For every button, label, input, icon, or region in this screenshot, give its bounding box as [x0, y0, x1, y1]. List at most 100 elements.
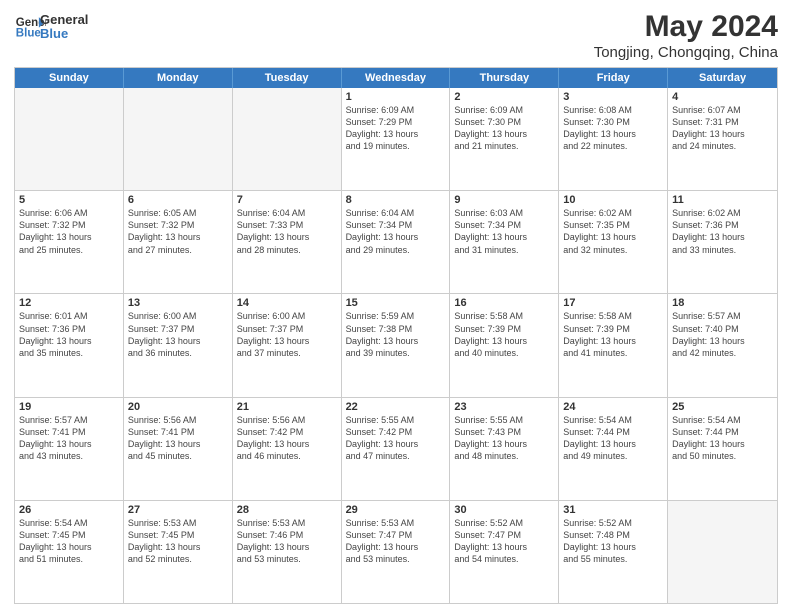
calendar-week-4: 19Sunrise: 5:57 AM Sunset: 7:41 PM Dayligh… — [15, 397, 777, 500]
cell-info-line: Sunset: 7:31 PM — [672, 116, 773, 128]
day-number: 31 — [563, 504, 663, 516]
calendar-week-1: 1Sunrise: 6:09 AMSunset: 7:29 PMDaylight… — [15, 88, 777, 190]
calendar-cell-8: 8Sunrise: 6:04 AMSunset: 7:34 PMDaylight… — [342, 191, 451, 293]
cell-info-line: Sunrise: 6:07 AM — [672, 104, 773, 116]
day-number: 12 — [19, 297, 119, 309]
cell-info-line: Sunrise: 5:56 AM — [237, 414, 337, 426]
cell-info-line: and 28 minutes. — [237, 244, 337, 256]
calendar-week-3: 12Sunrise: 6:01 AMSunset: 7:36 PMDayligh… — [15, 293, 777, 396]
day-number: 5 — [19, 194, 119, 206]
day-number: 30 — [454, 504, 554, 516]
calendar-cell-27: 27Sunrise: 5:53 AMSunset: 7:45 PMDayligh… — [124, 501, 233, 603]
cell-info-line: Sunset: 7:45 PM — [19, 529, 119, 541]
day-number: 24 — [563, 401, 663, 413]
cell-info-line: and 52 minutes. — [128, 553, 228, 565]
cell-info-line: and 40 minutes. — [454, 347, 554, 359]
cell-info-line: and 37 minutes. — [237, 347, 337, 359]
cell-info-line: Daylight: 13 hours — [454, 128, 554, 140]
calendar-cell-10: 10Sunrise: 6:02 AMSunset: 7:35 PMDayligh… — [559, 191, 668, 293]
cell-info-line: Sunrise: 6:02 AM — [672, 207, 773, 219]
day-number: 10 — [563, 194, 663, 206]
calendar-cell-31: 31Sunrise: 5:52 AMSunset: 7:48 PMDayligh… — [559, 501, 668, 603]
cell-info-line: Sunset: 7:32 PM — [19, 219, 119, 231]
cell-info-line: and 55 minutes. — [563, 553, 663, 565]
cell-info-line: Daylight: 13 hours — [672, 335, 773, 347]
cell-info-line: Sunrise: 5:54 AM — [672, 414, 773, 426]
calendar-cell-21: 21Sunrise: 5:56 AMSunset: 7:42 PMDayligh… — [233, 398, 342, 500]
cell-info-line: Sunset: 7:42 PM — [346, 426, 446, 438]
calendar-cell-empty-0 — [15, 88, 124, 190]
cell-info-line: Sunrise: 6:00 AM — [128, 310, 228, 322]
cell-info-line: Daylight: 13 hours — [346, 128, 446, 140]
calendar-cell-1: 1Sunrise: 6:09 AMSunset: 7:29 PMDaylight… — [342, 88, 451, 190]
cell-info-line: and 48 minutes. — [454, 450, 554, 462]
cell-info-line: and 46 minutes. — [237, 450, 337, 462]
cell-info-line: Sunset: 7:47 PM — [454, 529, 554, 541]
cell-info-line: and 19 minutes. — [346, 140, 446, 152]
day-number: 19 — [19, 401, 119, 413]
cell-info-line: Sunset: 7:37 PM — [237, 323, 337, 335]
cell-info-line: Daylight: 13 hours — [672, 128, 773, 140]
cell-info-line: Sunrise: 5:52 AM — [563, 517, 663, 529]
cell-info-line: and 49 minutes. — [563, 450, 663, 462]
calendar-cell-17: 17Sunrise: 5:58 AMSunset: 7:39 PMDayligh… — [559, 294, 668, 396]
cell-info-line: Sunrise: 5:52 AM — [454, 517, 554, 529]
calendar: SundayMondayTuesdayWednesdayThursdayFrid… — [14, 67, 778, 604]
day-number: 11 — [672, 194, 773, 206]
cell-info-line: Sunrise: 5:53 AM — [128, 517, 228, 529]
cell-info-line: Daylight: 13 hours — [346, 541, 446, 553]
day-number: 2 — [454, 91, 554, 103]
calendar-cell-empty-1 — [124, 88, 233, 190]
cell-info-line: Sunrise: 5:56 AM — [128, 414, 228, 426]
calendar-cell-22: 22Sunrise: 5:55 AMSunset: 7:42 PMDayligh… — [342, 398, 451, 500]
day-number: 17 — [563, 297, 663, 309]
day-number: 16 — [454, 297, 554, 309]
cell-info-line: Daylight: 13 hours — [237, 231, 337, 243]
title-block: May 2024 Tongjing, Chongqing, China — [594, 10, 778, 61]
calendar-cell-14: 14Sunrise: 6:00 AMSunset: 7:37 PMDayligh… — [233, 294, 342, 396]
day-header-friday: Friday — [559, 68, 668, 88]
calendar-cell-18: 18Sunrise: 5:57 AMSunset: 7:40 PMDayligh… — [668, 294, 777, 396]
day-header-saturday: Saturday — [668, 68, 777, 88]
day-number: 27 — [128, 504, 228, 516]
calendar-cell-empty-2 — [233, 88, 342, 190]
calendar-cell-30: 30Sunrise: 5:52 AMSunset: 7:47 PMDayligh… — [450, 501, 559, 603]
day-header-wednesday: Wednesday — [342, 68, 451, 88]
cell-info-line: and 50 minutes. — [672, 450, 773, 462]
cell-info-line: Daylight: 13 hours — [672, 438, 773, 450]
cell-info-line: and 29 minutes. — [346, 244, 446, 256]
day-number: 22 — [346, 401, 446, 413]
cell-info-line: and 41 minutes. — [563, 347, 663, 359]
calendar-cell-12: 12Sunrise: 6:01 AMSunset: 7:36 PMDayligh… — [15, 294, 124, 396]
logo-line1: General — [40, 13, 88, 27]
cell-info-line: Daylight: 13 hours — [237, 335, 337, 347]
cell-info-line: Daylight: 13 hours — [19, 438, 119, 450]
cell-info-line: Sunset: 7:41 PM — [128, 426, 228, 438]
cell-info-line: Sunrise: 5:58 AM — [454, 310, 554, 322]
calendar-cell-7: 7Sunrise: 6:04 AMSunset: 7:33 PMDaylight… — [233, 191, 342, 293]
cell-info-line: and 35 minutes. — [19, 347, 119, 359]
cell-info-line: and 54 minutes. — [454, 553, 554, 565]
cell-info-line: Sunrise: 5:57 AM — [19, 414, 119, 426]
cell-info-line: Sunset: 7:33 PM — [237, 219, 337, 231]
calendar-cell-empty-6 — [668, 501, 777, 603]
day-number: 26 — [19, 504, 119, 516]
calendar-cell-26: 26Sunrise: 5:54 AMSunset: 7:45 PMDayligh… — [15, 501, 124, 603]
day-number: 13 — [128, 297, 228, 309]
cell-info-line: Sunset: 7:39 PM — [454, 323, 554, 335]
cell-info-line: Daylight: 13 hours — [19, 335, 119, 347]
cell-info-line: Sunset: 7:34 PM — [346, 219, 446, 231]
cell-info-line: Daylight: 13 hours — [346, 231, 446, 243]
cell-info-line: and 53 minutes. — [237, 553, 337, 565]
cell-info-line: Sunset: 7:35 PM — [563, 219, 663, 231]
cell-info-line: Daylight: 13 hours — [454, 438, 554, 450]
cell-info-line: and 47 minutes. — [346, 450, 446, 462]
cell-info-line: Sunset: 7:38 PM — [346, 323, 446, 335]
calendar-cell-15: 15Sunrise: 5:59 AMSunset: 7:38 PMDayligh… — [342, 294, 451, 396]
cell-info-line: Daylight: 13 hours — [128, 335, 228, 347]
cell-info-line: Sunrise: 5:55 AM — [454, 414, 554, 426]
cell-info-line: Sunset: 7:43 PM — [454, 426, 554, 438]
cell-info-line: Daylight: 13 hours — [237, 541, 337, 553]
cell-info-line: Sunset: 7:36 PM — [19, 323, 119, 335]
cell-info-line: Daylight: 13 hours — [346, 438, 446, 450]
